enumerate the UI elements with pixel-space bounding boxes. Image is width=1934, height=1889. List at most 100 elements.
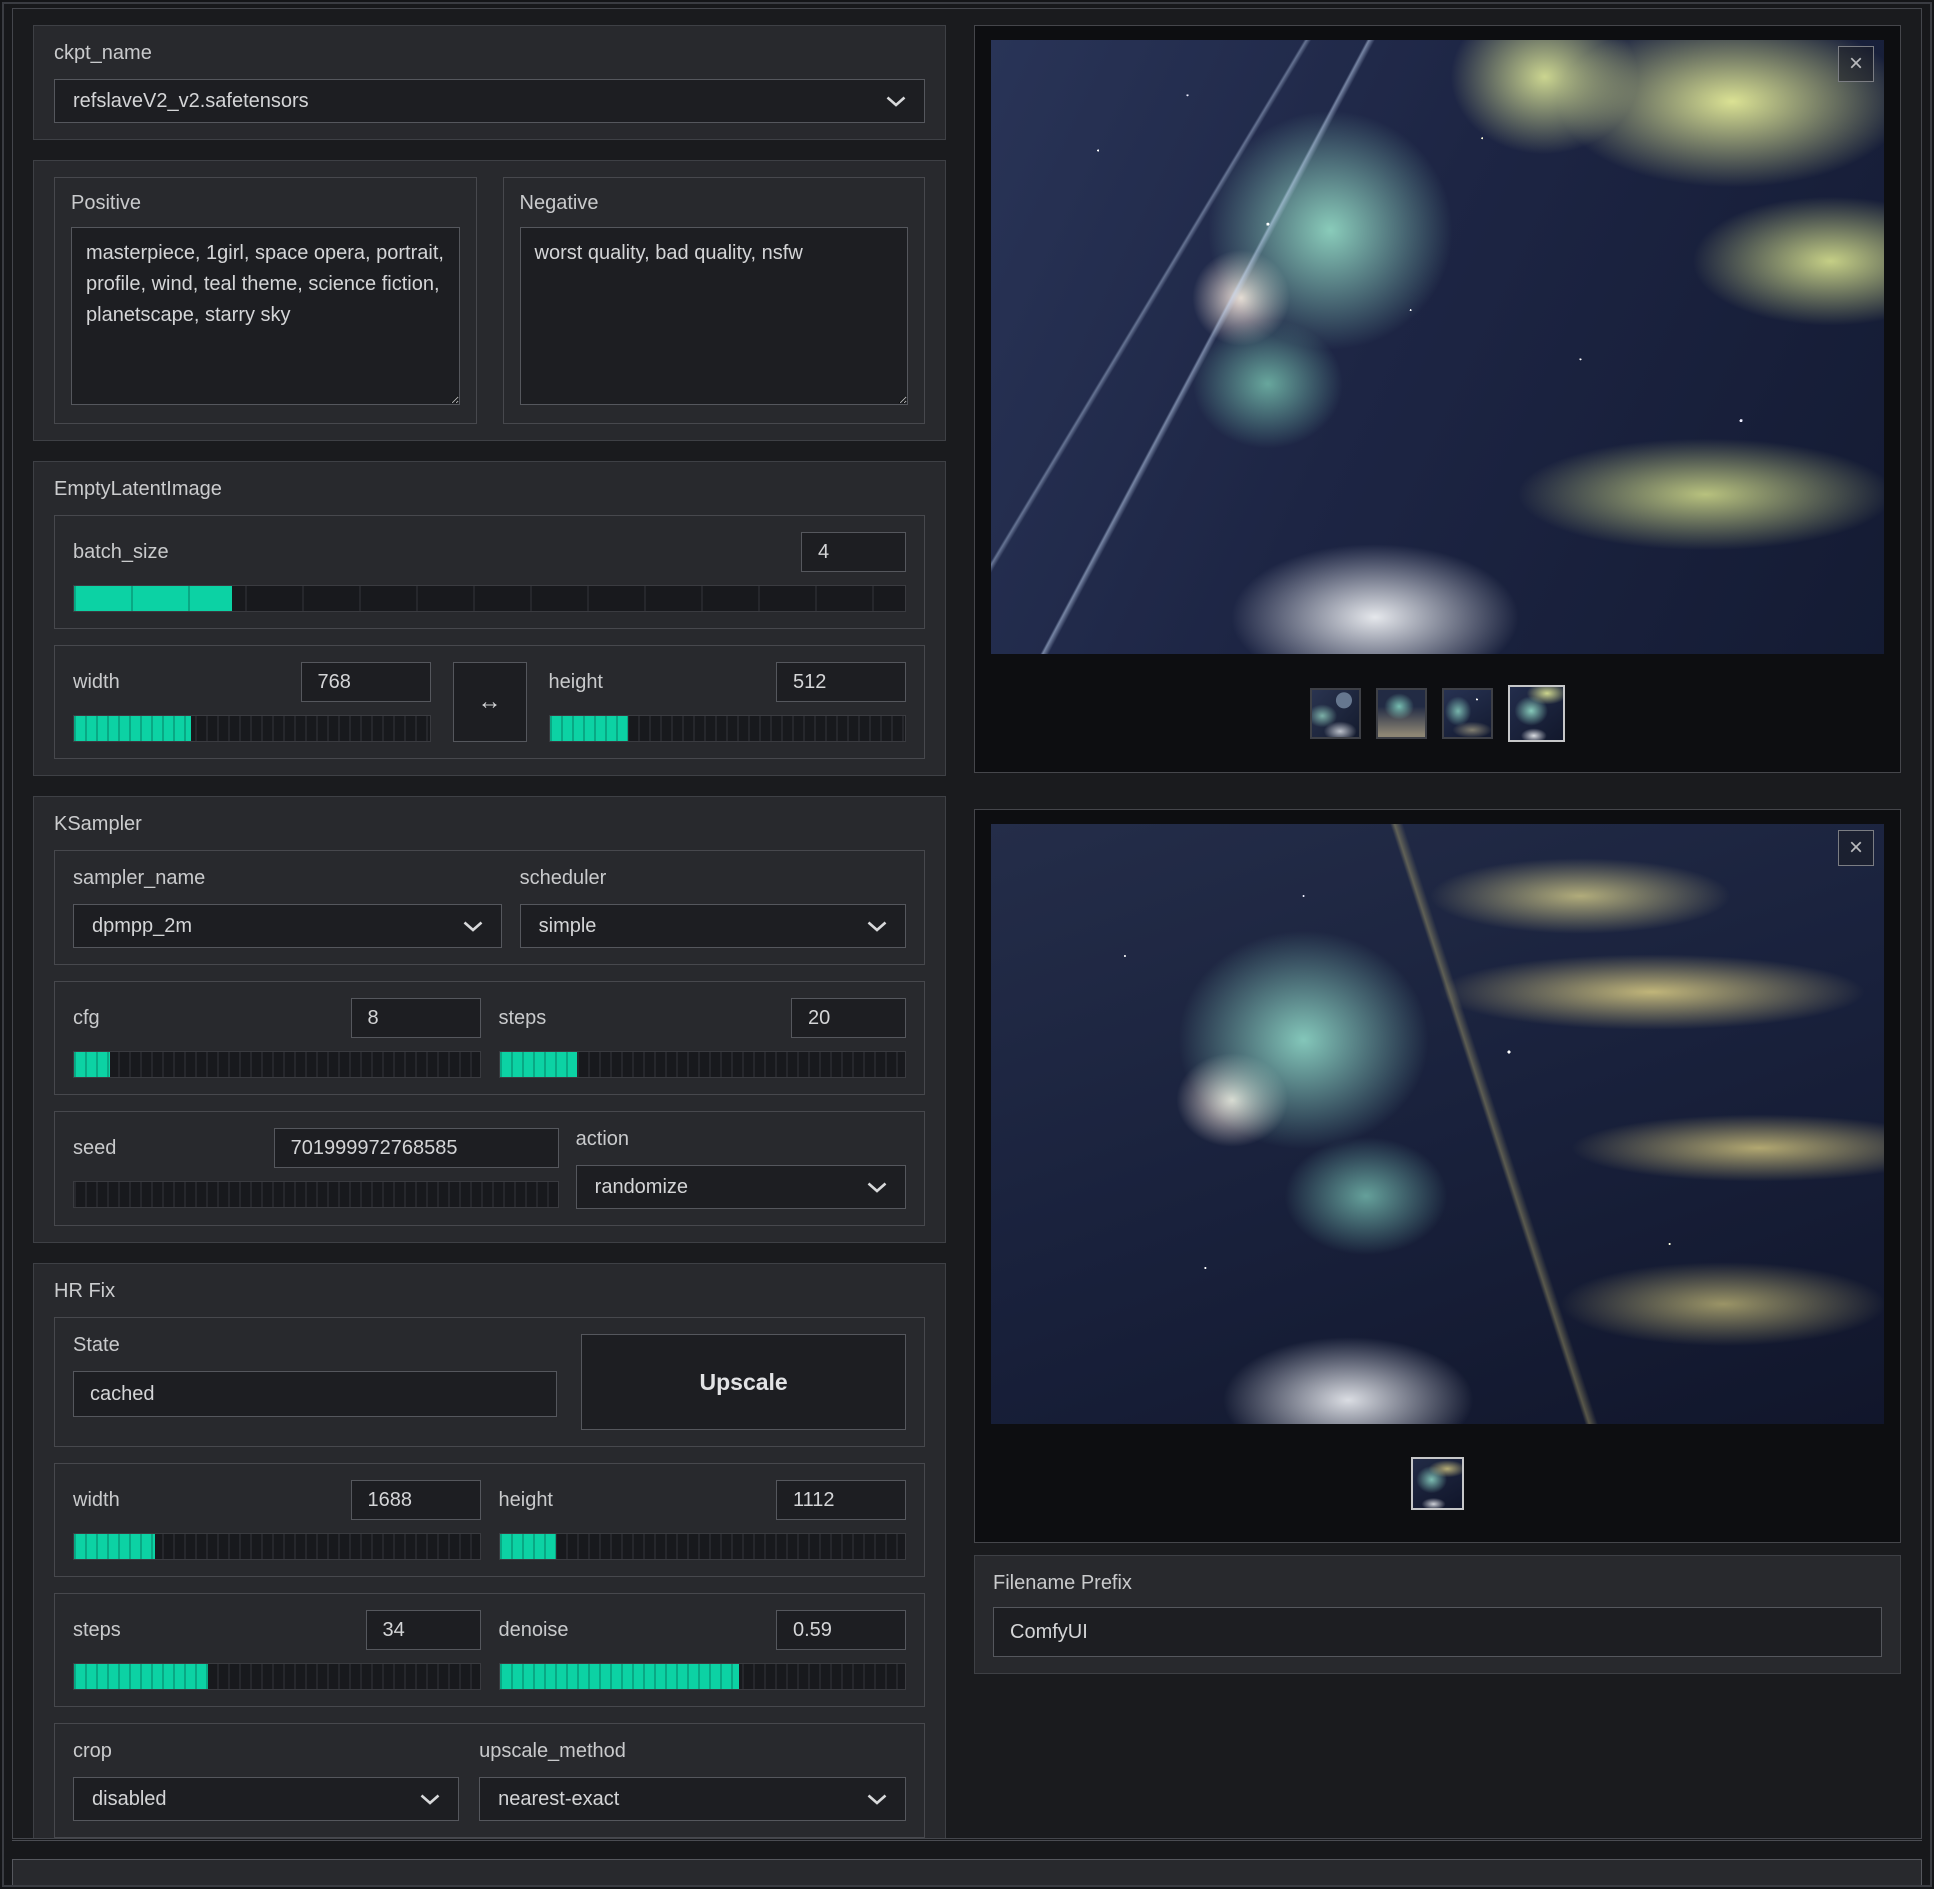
crop-select[interactable]: disabled — [73, 1777, 459, 1821]
empty-latent-image-group: EmptyLatentImage batch_size 4 — [33, 461, 946, 776]
crop-upscale-method-panel: crop disabled upscale_method nearest-exa… — [54, 1723, 925, 1838]
action-select[interactable]: randomize — [576, 1165, 906, 1209]
hr-height-slider[interactable] — [499, 1533, 907, 1560]
thumbnail-1[interactable] — [1310, 688, 1361, 739]
hr-width-input[interactable]: 1688 — [351, 1480, 481, 1520]
parameters-column: ckpt_name refslaveV2_v2.safetensors Posi… — [33, 25, 946, 1822]
upscale-button[interactable]: Upscale — [581, 1334, 906, 1430]
state-block: State cached — [73, 1334, 557, 1430]
positive-prompt-textarea[interactable]: masterpiece, 1girl, space opera, portrai… — [71, 227, 460, 405]
hr-width-slider-fill — [74, 1534, 155, 1559]
latent-width-input[interactable]: 768 — [301, 662, 431, 702]
thumbnail-row — [975, 654, 1900, 772]
latent-width-slider[interactable] — [73, 715, 431, 742]
steps-block: steps 20 — [499, 998, 907, 1078]
chevron-down-icon — [886, 96, 906, 107]
negative-prompt-panel: Negative worst quality, bad quality, nsf… — [503, 177, 926, 424]
ksampler-title: KSampler — [54, 813, 925, 836]
steps-slider[interactable] — [499, 1051, 907, 1078]
crop-value: disabled — [92, 1788, 167, 1811]
sampler-name-label: sampler_name — [73, 867, 502, 890]
hr-width-label: width — [73, 1489, 120, 1512]
hr-steps-label: steps — [73, 1619, 121, 1642]
thumbnail-row — [975, 1424, 1900, 1542]
preview-image-upscaled — [991, 824, 1884, 1424]
crop-block: crop disabled — [73, 1740, 459, 1821]
steps-slider-fill — [500, 1052, 577, 1077]
seed-input[interactable]: 701999972768585 — [274, 1128, 559, 1168]
batch-size-panel: batch_size 4 — [54, 515, 925, 629]
checkpoint-group: ckpt_name refslaveV2_v2.safetensors — [33, 25, 946, 140]
hr-width-slider[interactable] — [73, 1533, 481, 1560]
sampler-name-select[interactable]: dpmpp_2m — [73, 904, 502, 948]
hr-height-block: height 1112 — [499, 1480, 907, 1560]
steps-label: steps — [499, 1007, 547, 1030]
hr-height-slider-fill — [500, 1534, 557, 1559]
ckpt-name-select[interactable]: refslaveV2_v2.safetensors — [54, 79, 925, 123]
close-icon[interactable]: × — [1838, 46, 1874, 82]
latent-size-panel: width 768 ↔ height — [54, 645, 925, 759]
cfg-slider-fill — [74, 1052, 110, 1077]
cfg-slider[interactable] — [73, 1051, 481, 1078]
chevron-down-icon — [867, 921, 887, 932]
scheduler-select[interactable]: simple — [520, 904, 906, 948]
hr-steps-block: steps 34 — [73, 1610, 481, 1690]
close-icon[interactable]: × — [1838, 830, 1874, 866]
latent-height-input[interactable]: 512 — [776, 662, 906, 702]
thumbnail-1-selected[interactable] — [1411, 1457, 1464, 1510]
scheduler-value: simple — [539, 915, 597, 938]
prompts-group: Positive masterpiece, 1girl, space opera… — [33, 160, 946, 441]
hr-steps-slider-fill — [74, 1664, 208, 1689]
state-value-box[interactable]: cached — [73, 1371, 557, 1417]
latent-height-block: height 512 — [549, 662, 907, 742]
negative-label: Negative — [520, 192, 909, 215]
upscale-method-block: upscale_method nearest-exact — [479, 1740, 906, 1821]
steps-input[interactable]: 20 — [791, 998, 906, 1038]
positive-label: Positive — [71, 192, 460, 215]
latent-height-slider[interactable] — [549, 715, 907, 742]
denoise-slider[interactable] — [499, 1663, 907, 1690]
denoise-input[interactable]: 0.59 — [776, 1610, 906, 1650]
filename-prefix-label: Filename Prefix — [993, 1572, 1882, 1595]
crop-label: crop — [73, 1740, 459, 1763]
cfg-label: cfg — [73, 1007, 100, 1030]
denoise-slider-fill — [500, 1664, 739, 1689]
latent-width-slider-fill — [74, 716, 191, 741]
thumbnail-4-selected[interactable] — [1508, 685, 1565, 742]
preview-gallery-top: × — [974, 25, 1901, 773]
hr-steps-slider[interactable] — [73, 1663, 481, 1690]
denoise-block: denoise 0.59 — [499, 1610, 907, 1690]
negative-prompt-textarea[interactable]: worst quality, bad quality, nsfw — [520, 227, 909, 405]
sampler-name-block: sampler_name dpmpp_2m — [73, 867, 502, 948]
empty-latent-image-title: EmptyLatentImage — [54, 478, 925, 501]
latent-width-label: width — [73, 671, 120, 694]
hr-steps-input[interactable]: 34 — [366, 1610, 481, 1650]
upscale-method-select[interactable]: nearest-exact — [479, 1777, 906, 1821]
batch-size-slider-fill — [74, 586, 232, 611]
seed-slider[interactable] — [73, 1181, 559, 1208]
chevron-down-icon — [867, 1182, 887, 1193]
action-block: action randomize — [576, 1128, 906, 1209]
ckpt-name-value: refslaveV2_v2.safetensors — [73, 90, 309, 113]
collapsed-bottom-panel[interactable] — [12, 1859, 1922, 1885]
latent-height-label: height — [549, 671, 604, 694]
chevron-down-icon — [463, 921, 483, 932]
swap-dimensions-button[interactable]: ↔ — [453, 662, 527, 742]
sampler-name-value: dpmpp_2m — [92, 915, 192, 938]
cfg-input[interactable]: 8 — [351, 998, 481, 1038]
filename-prefix-input[interactable]: ComfyUI — [993, 1607, 1882, 1657]
thumbnail-3[interactable] — [1442, 688, 1493, 739]
seed-action-panel: seed 701999972768585 action randomize — [54, 1111, 925, 1226]
seed-label: seed — [73, 1137, 116, 1160]
chevron-down-icon — [867, 1794, 887, 1805]
thumbnail-2[interactable] — [1376, 688, 1427, 739]
cfg-block: cfg 8 — [73, 998, 481, 1078]
batch-size-slider[interactable] — [73, 585, 906, 612]
batch-size-input[interactable]: 4 — [801, 532, 906, 572]
hr-height-input[interactable]: 1112 — [776, 1480, 906, 1520]
hr-height-label: height — [499, 1489, 554, 1512]
chevron-down-icon — [420, 1794, 440, 1805]
filename-prefix-group: Filename Prefix ComfyUI — [974, 1555, 1901, 1674]
denoise-label: denoise — [499, 1619, 569, 1642]
hr-fix-title: HR Fix — [54, 1280, 925, 1303]
